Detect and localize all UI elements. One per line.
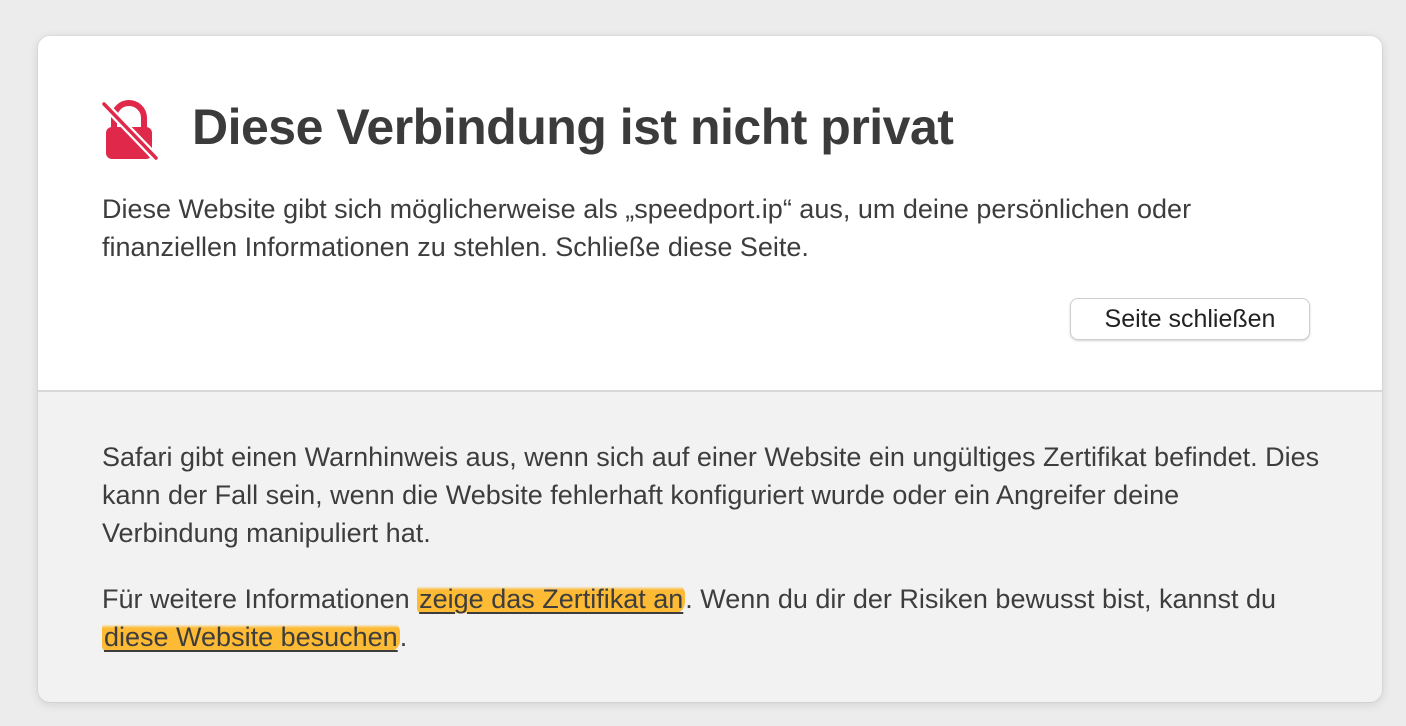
close-page-button[interactable]: Seite schließen (1070, 298, 1310, 340)
certificate-explanation: Safari gibt einen Warnhinweis aus, wenn … (102, 442, 1320, 548)
lock-broken-icon (100, 100, 160, 162)
warning-message: Diese Website gibt sich möglicherweise a… (102, 194, 1192, 262)
show-certificate-link[interactable]: zeige das Zertifikat an (417, 584, 686, 614)
more-info-text: Für weitere Informationen zeige das Zert… (102, 580, 1322, 656)
more-info-middle: . Wenn du dir der Risiken bewusst bist, … (685, 584, 1277, 614)
show-certificate-link-label: zeige das Zertifikat an (417, 584, 686, 614)
warning-header-section: Diese Verbindung ist nicht privat Diese … (38, 36, 1382, 392)
more-info-prefix: Für weitere Informationen (102, 584, 418, 614)
page-title: Diese Verbindung ist nicht privat (192, 99, 954, 155)
warning-card: Diese Verbindung ist nicht privat Diese … (38, 36, 1382, 702)
visit-website-link[interactable]: diese Website besuchen (102, 622, 400, 652)
more-info-suffix: . (399, 622, 408, 652)
visit-website-link-label: diese Website besuchen (102, 622, 400, 652)
